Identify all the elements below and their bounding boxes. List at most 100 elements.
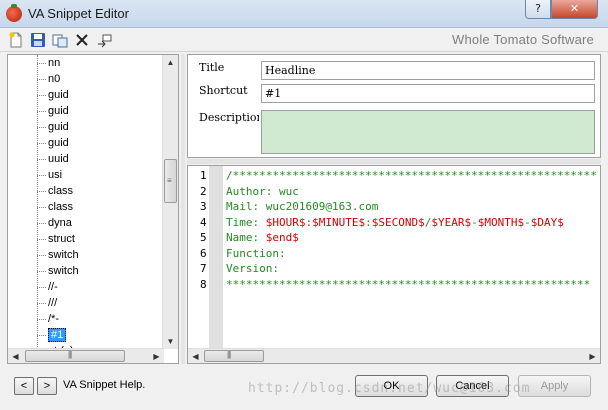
close-window-button[interactable]: ✕ bbox=[551, 0, 598, 19]
snippet-tree-item-label: //- bbox=[48, 281, 58, 293]
snippet-variable: $SECOND$ bbox=[371, 215, 425, 229]
snippet-tree-item[interactable]: class bbox=[8, 183, 164, 199]
snippet-tree-item[interactable]: switch bbox=[8, 247, 164, 263]
snippet-tree-item[interactable]: guid bbox=[8, 103, 164, 119]
comment-text: Time: bbox=[226, 215, 266, 229]
snippet-tree-item-label: /// bbox=[48, 297, 58, 309]
snippet-tree-item[interactable]: switch bbox=[8, 263, 164, 279]
line-number: 4 bbox=[200, 215, 207, 229]
comment-text: : bbox=[365, 215, 372, 229]
snippet-list: nn n0 guid guid guid guid uuid usi class class dyn… bbox=[8, 55, 164, 349]
comment-text: Function: bbox=[226, 246, 286, 260]
grip-icon: ||| bbox=[68, 350, 72, 359]
code-line: Mail: wuc201609@163.com bbox=[226, 200, 378, 213]
comment-text: Name: bbox=[226, 231, 266, 244]
snippet-tree-item-label: guid bbox=[48, 105, 69, 117]
comment-text: Mail: wuc201609@163.com bbox=[226, 200, 379, 213]
new-snippet-icon[interactable] bbox=[8, 32, 24, 48]
line-number: 5 bbox=[200, 231, 207, 244]
scroll-up-icon[interactable]: ▲ bbox=[163, 55, 178, 70]
code-line: Name: $end$ bbox=[226, 231, 299, 244]
apply-button[interactable]: Apply bbox=[518, 375, 591, 397]
snippet-tree-item[interactable]: n0 bbox=[8, 71, 164, 87]
line-number: 7 bbox=[200, 262, 207, 275]
scroll-right-icon[interactable]: ▶ bbox=[585, 349, 600, 363]
snippet-tree-item[interactable]: /// bbox=[8, 295, 164, 311]
snippet-code-editor[interactable]: 1 2 3 4 5 6 7 8 /******************************… bbox=[187, 165, 601, 364]
snippet-tree-item-label: nn bbox=[48, 57, 61, 69]
snippet-tree-item-label: uuid bbox=[48, 153, 69, 165]
line-number: 2 bbox=[200, 184, 207, 198]
cancel-button[interactable]: Cancel bbox=[436, 375, 509, 397]
tree-hscroll-thumb[interactable]: ||| bbox=[25, 350, 125, 362]
title-label: Title bbox=[199, 61, 225, 74]
margin-bar bbox=[209, 166, 223, 349]
editor-horizontal-scrollbar[interactable]: ◀ ||| ▶ bbox=[188, 348, 600, 363]
next-button[interactable]: > bbox=[37, 377, 57, 395]
snippet-variable: $MINUTE$ bbox=[312, 215, 366, 229]
snippet-tree-item[interactable]: #1 bbox=[8, 327, 164, 343]
code-line: Version: bbox=[226, 262, 279, 275]
grip-icon: ||| bbox=[227, 350, 231, 359]
comment-text: Version: bbox=[226, 262, 279, 275]
tree-scroll-thumb[interactable]: ≡ bbox=[164, 159, 177, 203]
snippet-tree-item-label: switch bbox=[48, 265, 79, 277]
grip-icon: ≡ bbox=[167, 176, 172, 185]
delete-icon[interactable] bbox=[74, 32, 90, 48]
window-title: VA Snippet Editor bbox=[28, 6, 129, 21]
snippet-help-link[interactable]: VA Snippet Help. bbox=[63, 379, 145, 391]
scroll-left-icon[interactable]: ◀ bbox=[188, 349, 203, 363]
editor-hscroll-thumb[interactable]: ||| bbox=[204, 350, 264, 362]
horizontal-splitter[interactable] bbox=[187, 159, 601, 164]
snippet-tree-item-label: n0 bbox=[48, 73, 61, 85]
snippet-tree-item-label: guid bbox=[48, 121, 69, 133]
scroll-right-icon[interactable]: ▶ bbox=[149, 349, 164, 363]
snippet-variable: $DAY$ bbox=[530, 215, 564, 229]
snippet-tree-item[interactable]: usi bbox=[8, 167, 164, 183]
save-icon[interactable] bbox=[30, 32, 46, 48]
scroll-down-icon[interactable]: ▼ bbox=[163, 334, 178, 349]
snippet-tree-item-label: struct bbox=[48, 233, 75, 245]
code-line: Time: $HOUR$:$MINUTE$:$SECOND$/$YEAR$-$M… bbox=[226, 216, 564, 229]
snippet-tree-item-label: usi bbox=[48, 169, 63, 181]
snippet-tree-item[interactable]: struct bbox=[8, 231, 164, 247]
description-field[interactable] bbox=[261, 110, 595, 154]
snippet-tree-item[interactable]: class bbox=[8, 199, 164, 215]
line-number: 8 bbox=[200, 277, 207, 291]
description-label: Description bbox=[199, 111, 259, 124]
tomato-app-icon bbox=[6, 4, 22, 22]
toolbar: Whole Tomato Software bbox=[0, 28, 608, 52]
snippet-tree-item-label: class bbox=[48, 185, 74, 197]
snippet-tree-item[interactable]: guid bbox=[8, 135, 164, 151]
copy-icon[interactable] bbox=[52, 32, 68, 48]
previous-button[interactable]: < bbox=[14, 377, 34, 395]
line-number: 1 bbox=[200, 169, 207, 182]
shortcut-field[interactable]: #1 bbox=[261, 84, 595, 103]
snippet-tree-item-label: dyna bbox=[48, 217, 72, 229]
snippet-tree-item[interactable]: uuid bbox=[8, 151, 164, 167]
snippet-tree-item[interactable]: //- bbox=[8, 279, 164, 295]
snippet-tree-item-label: switch bbox=[48, 249, 79, 261]
snippet-variable: $end$ bbox=[265, 231, 299, 244]
snippet-tree-item[interactable]: /*- bbox=[8, 311, 164, 327]
title-field[interactable]: Headline bbox=[261, 61, 595, 80]
snippet-tree-item-label: /*- bbox=[48, 313, 59, 325]
snippet-tree-item-label: #1 bbox=[48, 328, 67, 342]
comment-text: /***************************************… bbox=[226, 169, 597, 182]
code-line: /***************************************… bbox=[226, 169, 597, 182]
help-window-button[interactable]: ? bbox=[525, 0, 551, 19]
snippet-tree[interactable]: nn n0 guid guid guid guid uuid usi class class dyn… bbox=[7, 54, 179, 364]
insert-icon[interactable] bbox=[96, 32, 112, 48]
vertical-splitter[interactable] bbox=[181, 54, 185, 364]
snippet-tree-item[interactable]: nn bbox=[8, 55, 164, 71]
tree-vertical-scrollbar[interactable]: ▲ ≡ ▼ bbox=[162, 55, 178, 349]
snippet-tree-item[interactable]: guid bbox=[8, 119, 164, 135]
comment-text: ****************************************… bbox=[226, 277, 591, 291]
code-line: ****************************************… bbox=[226, 278, 590, 291]
snippet-tree-item[interactable]: guid bbox=[8, 87, 164, 103]
comment-text: - bbox=[524, 215, 531, 229]
snippet-tree-item[interactable]: dyna bbox=[8, 215, 164, 231]
ok-button[interactable]: OK bbox=[355, 375, 428, 397]
tree-horizontal-scrollbar[interactable]: ◀ ||| ▶ bbox=[8, 348, 164, 363]
scroll-left-icon[interactable]: ◀ bbox=[8, 349, 23, 363]
